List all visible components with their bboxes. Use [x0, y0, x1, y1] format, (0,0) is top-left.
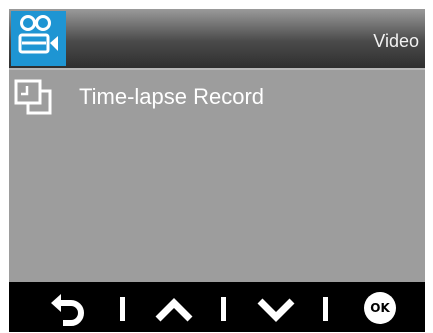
menu-item-label: Time-lapse Record	[79, 84, 265, 109]
chevron-up-icon[interactable]	[144, 282, 204, 332]
separator	[323, 297, 328, 321]
menu-item-time-lapse-record[interactable]: Time-lapse Record	[9, 75, 425, 117]
ok-label: OK	[370, 301, 390, 315]
mode-icon-box[interactable]	[11, 11, 66, 66]
header-divider	[9, 68, 425, 70]
button-bar: OK	[9, 282, 425, 332]
back-arrow-icon[interactable]	[45, 282, 95, 332]
ok-button[interactable]: OK	[362, 282, 398, 332]
separator	[221, 297, 226, 321]
chevron-down-icon[interactable]	[246, 282, 306, 332]
mode-title: Video	[373, 31, 419, 51]
camera-screen: Video Time-lapse Record OK	[9, 9, 425, 332]
header-bar: Video	[9, 9, 425, 68]
separator	[120, 297, 125, 321]
video-camera-icon	[18, 15, 58, 54]
time-lapse-icon	[14, 79, 52, 115]
